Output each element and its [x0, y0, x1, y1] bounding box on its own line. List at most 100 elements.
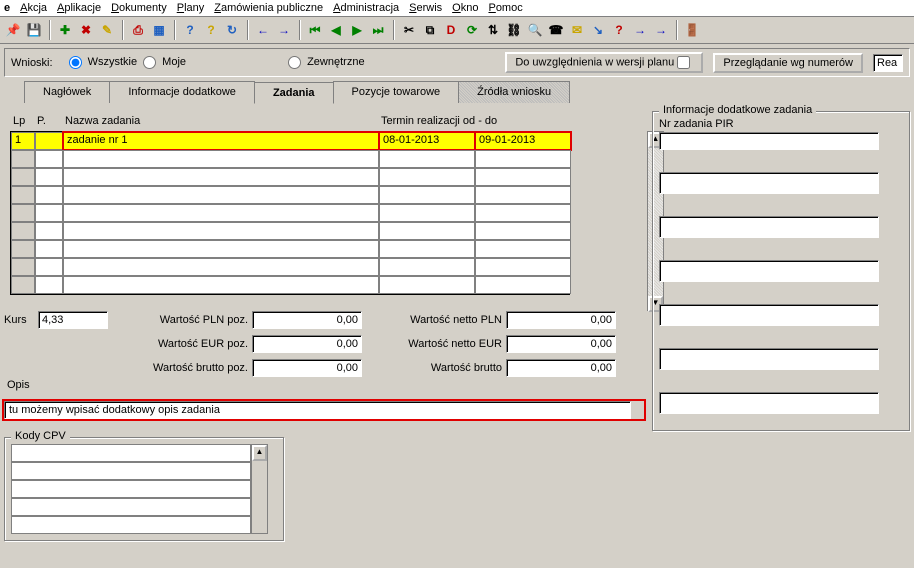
right-extra-input[interactable]	[659, 392, 879, 414]
menu-item[interactable]: Plany	[177, 2, 205, 14]
link-icon[interactable]: ⛓	[505, 21, 523, 39]
grid-cell[interactable]	[35, 204, 63, 222]
filter-radio-wszystkie[interactable]: Wszystkie	[69, 56, 138, 68]
grid-cell[interactable]	[379, 204, 475, 222]
grid-cell[interactable]	[379, 222, 475, 240]
grid-cell[interactable]	[63, 276, 379, 294]
grid-cell[interactable]	[475, 222, 571, 240]
grid-cell[interactable]	[35, 276, 63, 294]
search-icon[interactable]: 🔍	[526, 21, 544, 39]
grid-cell[interactable]	[63, 222, 379, 240]
grid-cell[interactable]: zadanie nr 1	[63, 132, 379, 150]
brutto-poz-input[interactable]	[252, 359, 362, 377]
opis-input[interactable]	[4, 401, 631, 419]
brutto-input[interactable]	[506, 359, 616, 377]
save-icon[interactable]: 💾	[25, 21, 43, 39]
grid-cell[interactable]	[35, 150, 63, 168]
grid-cell[interactable]	[475, 186, 571, 204]
menu-item[interactable]: Aplikacje	[57, 2, 101, 14]
netto-pln-input[interactable]	[506, 311, 616, 329]
add-icon[interactable]: ✚	[56, 21, 74, 39]
refresh-icon[interactable]: ↻	[223, 21, 241, 39]
prev-icon[interactable]: ◀	[327, 21, 345, 39]
exit-icon[interactable]: 🚪	[683, 21, 701, 39]
grid-cell[interactable]	[35, 132, 63, 150]
nav-fwd-icon[interactable]: →	[275, 21, 293, 39]
netto-eur-input[interactable]	[506, 335, 616, 353]
wand-icon[interactable]: ↘	[589, 21, 607, 39]
grid-cell[interactable]	[379, 186, 475, 204]
grid-cell[interactable]	[11, 240, 35, 258]
help3-icon[interactable]: ?	[610, 21, 628, 39]
help2-icon[interactable]: ?	[202, 21, 220, 39]
phone-icon[interactable]: ☎	[547, 21, 565, 39]
grid-icon[interactable]: ▦	[150, 21, 168, 39]
grid-cell[interactable]	[63, 168, 379, 186]
cpv-row[interactable]	[11, 498, 251, 516]
grid-cell[interactable]: 1	[11, 132, 35, 150]
grid-cell[interactable]	[475, 168, 571, 186]
arrow-r2-icon[interactable]: →	[652, 21, 670, 39]
grid-cell[interactable]	[379, 240, 475, 258]
grid-cell[interactable]	[379, 276, 475, 294]
right-extra-input[interactable]	[659, 172, 879, 194]
grid-cell[interactable]	[475, 276, 571, 294]
grid-cell[interactable]	[11, 258, 35, 276]
tab-pozycje-towarowe[interactable]: Pozycje towarowe	[333, 81, 460, 103]
grid-cell[interactable]	[11, 222, 35, 240]
nr-zadania-input[interactable]	[659, 132, 879, 150]
print-icon[interactable]: ⎙	[129, 21, 147, 39]
mail-icon[interactable]: ✉	[568, 21, 586, 39]
pln-poz-input[interactable]	[252, 311, 362, 329]
filter-radio-moje[interactable]: Moje	[143, 56, 186, 68]
kurs-input[interactable]	[38, 311, 108, 329]
grid-cell[interactable]	[35, 186, 63, 204]
menu-item[interactable]: Okno	[452, 2, 478, 14]
grid-cell[interactable]: 08-01-2013	[379, 132, 475, 150]
nav-back-icon[interactable]: ←	[254, 21, 272, 39]
grid-cell[interactable]	[379, 150, 475, 168]
help-icon[interactable]: ?	[181, 21, 199, 39]
grid-cell[interactable]	[11, 168, 35, 186]
tab-nagłówek[interactable]: Nagłówek	[24, 81, 110, 103]
pin-icon[interactable]: 📌	[4, 21, 22, 39]
grid-cell[interactable]	[475, 150, 571, 168]
menu-item[interactable]: Akcja	[20, 2, 47, 14]
tab-zadania[interactable]: Zadania	[254, 82, 334, 104]
grid-cell[interactable]	[35, 168, 63, 186]
cpv-list[interactable]	[11, 444, 251, 534]
grid-cell[interactable]	[35, 240, 63, 258]
grid-cell[interactable]	[63, 240, 379, 258]
cpv-scrollbar[interactable]: ▲	[251, 444, 268, 534]
grid-cell[interactable]	[63, 186, 379, 204]
tab-informacje-dodatkowe[interactable]: Informacje dodatkowe	[109, 81, 255, 103]
right-extra-input[interactable]	[659, 304, 879, 326]
uwzglednienia-toggle[interactable]: Do uwzględnienia w wersji planu	[505, 52, 703, 73]
menu-item[interactable]: Serwis	[409, 2, 442, 14]
sort-icon[interactable]: ⇅	[484, 21, 502, 39]
grid-cell[interactable]	[475, 258, 571, 276]
copy-icon[interactable]: ⧉	[421, 21, 439, 39]
uwzglednienia-checkbox[interactable]	[677, 56, 690, 69]
sync-icon[interactable]: ⟳	[463, 21, 481, 39]
filter-radio-zewnętrzne[interactable]: Zewnętrzne	[288, 56, 365, 68]
edit-icon[interactable]: ✎	[98, 21, 116, 39]
scroll-up-icon[interactable]: ▲	[252, 445, 267, 461]
tab-źródła-wniosku[interactable]: Źródła wniosku	[458, 81, 570, 103]
search-input[interactable]	[873, 54, 903, 72]
next-icon[interactable]: ▶	[348, 21, 366, 39]
grid-cell[interactable]	[35, 258, 63, 276]
eur-poz-input[interactable]	[252, 335, 362, 353]
grid-cell[interactable]	[11, 150, 35, 168]
cut-icon[interactable]: ✂	[400, 21, 418, 39]
grid-cell[interactable]	[63, 204, 379, 222]
grid-cell[interactable]	[379, 258, 475, 276]
menu-item[interactable]: Dokumenty	[111, 2, 167, 14]
grid-cell[interactable]	[11, 276, 35, 294]
cpv-row[interactable]	[11, 444, 251, 462]
grid-cell[interactable]	[11, 204, 35, 222]
cpv-row[interactable]	[11, 480, 251, 498]
grid-cell[interactable]	[475, 240, 571, 258]
grid-cell[interactable]	[35, 222, 63, 240]
przegladanie-button[interactable]: Przeglądanie wg numerów	[713, 53, 863, 73]
